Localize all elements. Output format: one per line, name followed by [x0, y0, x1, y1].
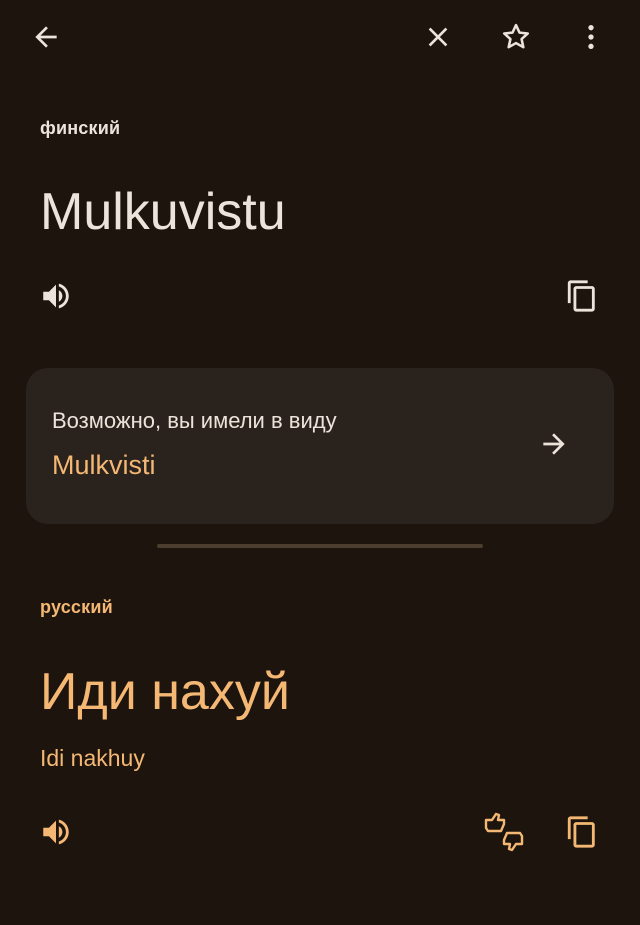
star-outline-icon: [499, 20, 533, 54]
translated-text[interactable]: Иди нахуй: [40, 660, 290, 724]
target-copy-button[interactable]: [558, 808, 606, 856]
thumbs-up-down-icon: [482, 812, 526, 852]
did-you-mean-card[interactable]: Возможно, вы имели в виду Mulkvisti: [26, 368, 614, 524]
source-copy-button[interactable]: [558, 272, 606, 320]
rate-translation-button[interactable]: [480, 808, 528, 856]
speaker-icon: [39, 279, 73, 313]
apply-suggestion-button[interactable]: [530, 422, 578, 470]
source-language-label: финский: [40, 118, 121, 138]
target-listen-button[interactable]: [32, 808, 80, 856]
transliteration-text: Idi nakhuy: [40, 745, 145, 771]
favorite-button[interactable]: [492, 13, 540, 61]
more-options-button[interactable]: [567, 13, 615, 61]
copy-icon: [565, 279, 599, 313]
back-button[interactable]: [22, 13, 70, 61]
panel-drag-handle[interactable]: [157, 544, 483, 548]
clear-button[interactable]: [414, 13, 462, 61]
arrow-left-icon: [30, 21, 62, 53]
source-text[interactable]: Mulkuvistu: [40, 180, 286, 244]
target-language-label: русский: [40, 597, 113, 617]
more-vert-icon: [575, 21, 607, 53]
top-app-bar: [0, 0, 640, 76]
speaker-icon: [39, 815, 73, 849]
arrow-right-icon: [538, 428, 570, 465]
source-listen-button[interactable]: [32, 272, 80, 320]
did-you-mean-caption: Возможно, вы имели в виду: [52, 408, 337, 433]
close-icon: [422, 21, 454, 53]
copy-icon: [565, 815, 599, 849]
suggested-word[interactable]: Mulkvisti: [52, 450, 156, 481]
